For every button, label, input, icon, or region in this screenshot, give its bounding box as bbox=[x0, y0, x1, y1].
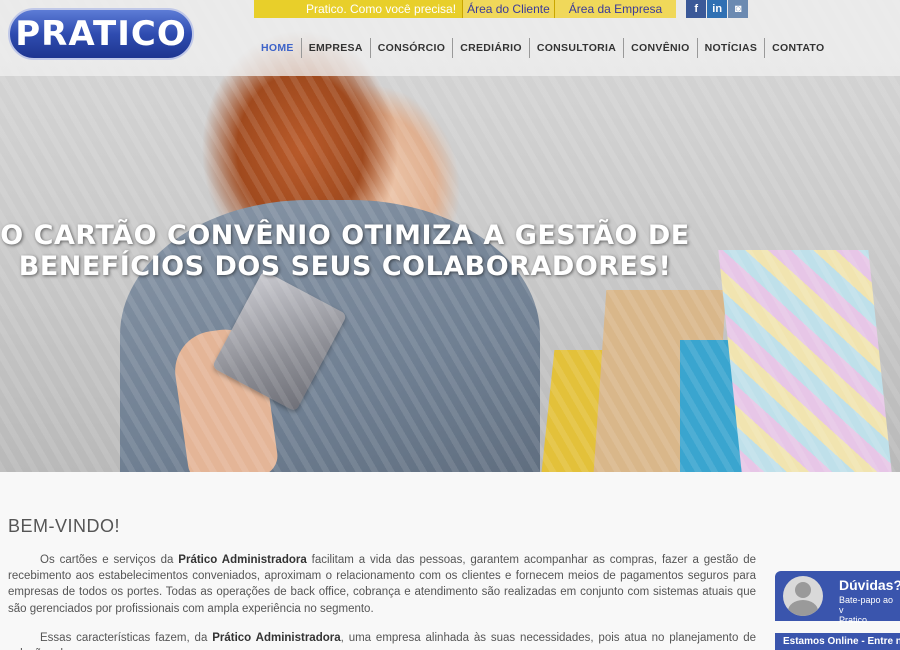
site-header: PRATICO Pratico. Como você precisa! Área… bbox=[0, 0, 900, 76]
chat-subtitle: Bate-papo ao v Pratico bbox=[839, 595, 894, 625]
hero-headline: O CARTÃO CONVÊNIO OTIMIZA A GESTÃO DE BE… bbox=[0, 220, 690, 282]
company-name: Prático Administradora bbox=[178, 554, 307, 566]
welcome-title: BEM-VINDO! bbox=[8, 516, 121, 536]
tagline: Pratico. Como você precisa! bbox=[254, 0, 463, 18]
welcome-section: BEM-VINDO! Os cartões e serviços da Prát… bbox=[0, 472, 900, 650]
social-links: f in ◙ bbox=[686, 0, 749, 18]
nav-crediario[interactable]: CREDIÁRIO bbox=[452, 38, 529, 58]
paragraph-text: Essas características fazem, da bbox=[40, 632, 213, 644]
instagram-icon[interactable]: ◙ bbox=[728, 0, 749, 18]
company-name: Prático Administradora bbox=[212, 632, 341, 644]
nav-home[interactable]: HOME bbox=[254, 38, 301, 58]
nav-contato[interactable]: CONTATO bbox=[764, 38, 831, 58]
nav-noticias[interactable]: NOTÍCIAS bbox=[696, 38, 765, 58]
area-empresa-link[interactable]: Área da Empresa bbox=[553, 0, 677, 18]
nav-empresa[interactable]: EMPRESA bbox=[300, 38, 370, 58]
avatar-icon bbox=[783, 576, 823, 616]
top-bar: Pratico. Como você precisa! Área do Clie… bbox=[254, 0, 749, 18]
nav-consultoria[interactable]: CONSULTORIA bbox=[528, 38, 623, 58]
linkedin-icon[interactable]: in bbox=[707, 0, 728, 18]
welcome-paragraph: Essas características fazem, da Prático … bbox=[8, 630, 756, 650]
chat-title: Dúvidas? bbox=[839, 577, 900, 593]
site-logo[interactable]: PRATICO bbox=[8, 8, 194, 60]
area-cliente-link[interactable]: Área do Cliente bbox=[462, 0, 554, 18]
main-nav: HOME EMPRESA CONSÓRCIO CREDIÁRIO CONSULT… bbox=[254, 38, 831, 58]
facebook-icon[interactable]: f bbox=[686, 0, 707, 18]
nav-consorcio[interactable]: CONSÓRCIO bbox=[369, 38, 452, 58]
welcome-paragraph: Os cartões e serviços da Prático Adminis… bbox=[8, 552, 756, 617]
nav-convenio[interactable]: CONVÊNIO bbox=[623, 38, 696, 58]
chat-widget[interactable]: Dúvidas? Bate-papo ao v Pratico bbox=[775, 571, 900, 625]
paragraph-text: Os cartões e serviços da bbox=[40, 554, 179, 566]
chat-online-bar[interactable]: Estamos Online - Entre no bbox=[775, 633, 900, 650]
